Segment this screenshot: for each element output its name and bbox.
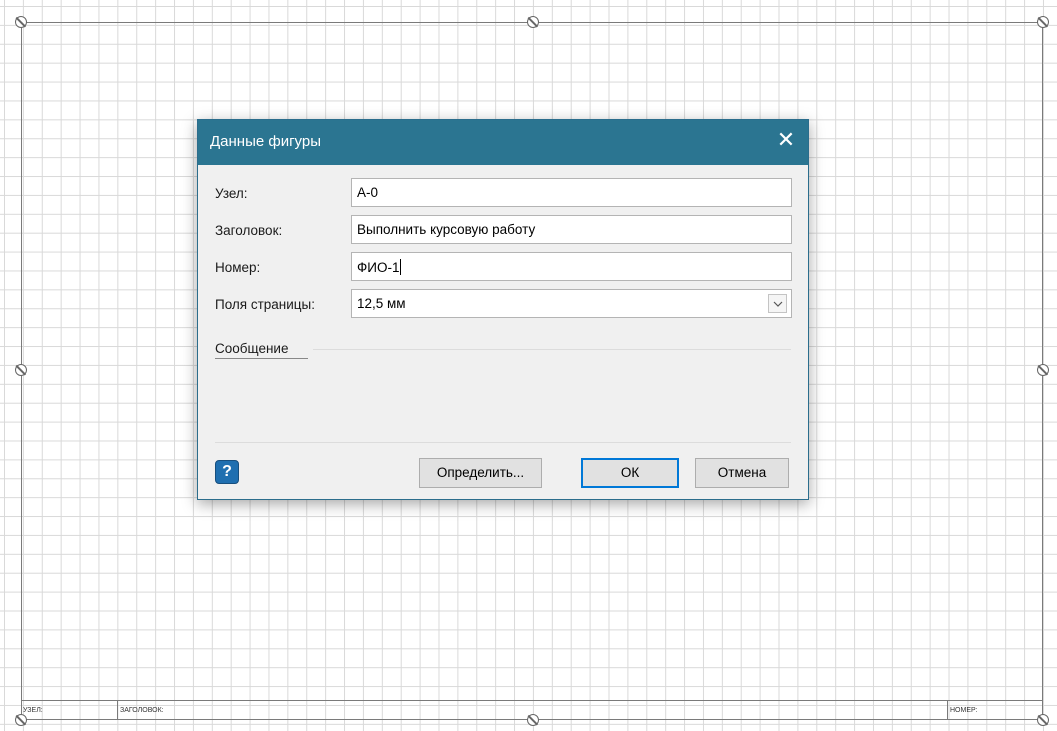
resize-handle-icon[interactable] xyxy=(1037,16,1049,28)
resize-handle-icon[interactable] xyxy=(15,16,27,28)
section-divider xyxy=(313,349,791,350)
margins-label: Поля страницы: xyxy=(215,297,315,312)
cancel-button[interactable]: Отмена xyxy=(695,458,789,488)
resize-handle-icon[interactable] xyxy=(527,16,539,28)
define-button[interactable]: Определить... xyxy=(419,458,542,488)
number-value: ФИО-1 xyxy=(357,260,400,275)
shape-data-dialog: Данные фигуры ✕ Узел: А-0 Заголовок: Вып… xyxy=(197,119,809,500)
heading-label: Заголовок: xyxy=(215,223,283,238)
help-glyph: ? xyxy=(222,463,232,480)
heading-field[interactable]: Выполнить курсовую работу xyxy=(351,215,792,244)
text-caret xyxy=(400,259,402,275)
heading-value: Выполнить курсовую работу xyxy=(357,222,536,237)
margins-value: 12,5 мм xyxy=(357,296,406,311)
margins-select[interactable]: 12,5 мм xyxy=(351,289,792,318)
footer-separator xyxy=(215,442,791,443)
title-block-number-label: НОМЕР: xyxy=(950,707,978,714)
node-field[interactable]: А-0 xyxy=(351,178,792,207)
close-icon[interactable]: ✕ xyxy=(774,129,798,153)
number-label: Номер: xyxy=(215,260,261,275)
chevron-down-icon xyxy=(773,301,783,307)
resize-handle-icon[interactable] xyxy=(1037,364,1049,376)
title-block-heading-label: ЗАГОЛОВОК: xyxy=(120,707,164,714)
title-block-heading: ЗАГОЛОВОК: xyxy=(118,701,948,720)
section-underline xyxy=(215,358,308,359)
node-value: А-0 xyxy=(357,185,379,200)
node-label: Узел: xyxy=(215,186,248,201)
dialog-title: Данные фигуры xyxy=(210,133,322,150)
dropdown-button[interactable] xyxy=(768,294,787,313)
message-section-label: Сообщение xyxy=(215,341,289,356)
number-field[interactable]: ФИО-1 xyxy=(351,252,792,281)
title-block-node: УЗЕЛ: xyxy=(21,701,118,720)
resize-handle-icon[interactable] xyxy=(15,364,27,376)
title-block-node-label: УЗЕЛ: xyxy=(23,707,43,714)
title-block: УЗЕЛ: ЗАГОЛОВОК: НОМЕР: xyxy=(21,700,1043,720)
title-block-number: НОМЕР: xyxy=(948,701,1043,720)
dialog-titlebar[interactable]: Данные фигуры ✕ xyxy=(198,120,808,165)
help-icon[interactable]: ? xyxy=(215,460,239,484)
ok-button[interactable]: ОК xyxy=(581,458,679,488)
